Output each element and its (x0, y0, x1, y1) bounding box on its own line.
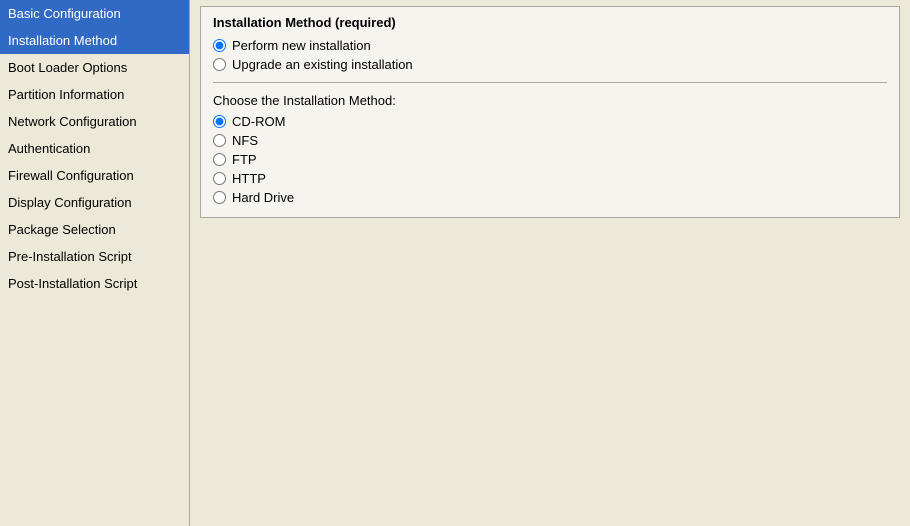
radio-label-perform-new: Perform new installation (232, 38, 371, 53)
radio-label-hard-drive: Hard Drive (232, 190, 294, 205)
radio-row-ftp: FTP (213, 152, 887, 167)
sidebar: Basic ConfigurationInstallation MethodBo… (0, 0, 190, 526)
divider (213, 82, 887, 83)
radio-hard-drive[interactable] (213, 191, 226, 204)
radio-label-nfs: NFS (232, 133, 258, 148)
sidebar-item-firewall-configuration[interactable]: Firewall Configuration (0, 162, 189, 189)
sidebar-item-authentication[interactable]: Authentication (0, 135, 189, 162)
choose-method-label: Choose the Installation Method: (213, 93, 887, 108)
radio-row-perform-new: Perform new installation (213, 38, 887, 53)
radio-upgrade-existing[interactable] (213, 58, 226, 71)
installation-method-section: Installation Method (required) Perform n… (200, 6, 900, 218)
section-legend: Installation Method (required) (213, 15, 887, 30)
radio-label-upgrade-existing: Upgrade an existing installation (232, 57, 413, 72)
sidebar-item-pre-installation-script[interactable]: Pre-Installation Script (0, 243, 189, 270)
sidebar-item-package-selection[interactable]: Package Selection (0, 216, 189, 243)
main-content: Installation Method (required) Perform n… (190, 0, 910, 526)
radio-row-http: HTTP (213, 171, 887, 186)
method-options-group: CD-ROM NFS FTP HTTP Hard Drive (213, 114, 887, 205)
radio-perform-new[interactable] (213, 39, 226, 52)
sidebar-item-display-configuration[interactable]: Display Configuration (0, 189, 189, 216)
installation-type-group: Perform new installation Upgrade an exist… (213, 38, 887, 72)
radio-row-nfs: NFS (213, 133, 887, 148)
sidebar-item-basic-configuration[interactable]: Basic Configuration (0, 0, 189, 27)
radio-nfs[interactable] (213, 134, 226, 147)
sidebar-item-network-configuration[interactable]: Network Configuration (0, 108, 189, 135)
sidebar-item-boot-loader-options[interactable]: Boot Loader Options (0, 54, 189, 81)
radio-label-http: HTTP (232, 171, 266, 186)
radio-row-upgrade-existing: Upgrade an existing installation (213, 57, 887, 72)
radio-label-cdrom: CD-ROM (232, 114, 285, 129)
sidebar-item-post-installation-script[interactable]: Post-Installation Script (0, 270, 189, 297)
radio-cdrom[interactable] (213, 115, 226, 128)
radio-row-hard-drive: Hard Drive (213, 190, 887, 205)
sidebar-item-partition-information[interactable]: Partition Information (0, 81, 189, 108)
sidebar-item-installation-method[interactable]: Installation Method (0, 27, 189, 54)
radio-ftp[interactable] (213, 153, 226, 166)
radio-row-cdrom: CD-ROM (213, 114, 887, 129)
radio-http[interactable] (213, 172, 226, 185)
radio-label-ftp: FTP (232, 152, 257, 167)
